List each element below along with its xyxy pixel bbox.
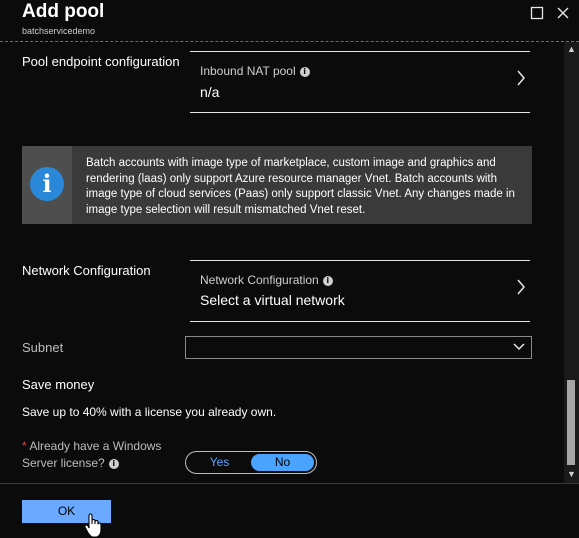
inbound-nat-pool-caption-text: Inbound NAT pool — [200, 64, 296, 78]
license-question-line2-text: Server license? — [22, 456, 105, 470]
chevron-down-icon — [513, 343, 525, 351]
required-mark: * — [22, 439, 27, 453]
save-money-heading: Save money — [22, 377, 95, 392]
header-divider — [0, 41, 579, 42]
chevron-right-icon — [517, 279, 525, 295]
close-icon[interactable] — [556, 6, 570, 20]
pool-endpoint-label: Pool endpoint configuration — [22, 54, 180, 69]
chevron-right-icon — [517, 70, 525, 86]
vnet-info-banner: i Batch accounts with image type of mark… — [22, 146, 532, 224]
network-configuration-label: Network Configuration — [22, 263, 151, 278]
footer-divider — [0, 483, 579, 484]
network-configuration-caption: Network Configuration i — [200, 273, 333, 287]
info-icon[interactable]: i — [108, 458, 119, 469]
blade-title: Add pool — [22, 1, 105, 22]
license-question-line1-text: Already have a Windows — [29, 439, 162, 453]
inbound-nat-pool-value: n/a — [200, 84, 220, 100]
info-icon[interactable]: i — [299, 66, 310, 77]
hand-cursor-icon — [84, 513, 102, 538]
scrollbar-thumb[interactable] — [567, 380, 575, 465]
info-icon[interactable]: i — [322, 275, 333, 286]
windows-license-toggle[interactable]: Yes No — [185, 451, 317, 474]
license-question-line2: Server license? i — [22, 456, 119, 470]
info-banner-icon-area: i — [22, 146, 72, 224]
inbound-nat-pool-caption: Inbound NAT pool i — [200, 64, 310, 78]
subnet-dropdown[interactable] — [185, 336, 532, 359]
blade-subtitle: batchservicedemo — [22, 26, 96, 36]
info-banner-text: Batch accounts with image type of market… — [86, 157, 515, 216]
network-configuration-selector[interactable]: Network Configuration i Select a virtual … — [190, 260, 530, 322]
info-icon: i — [30, 167, 64, 201]
scroll-up-arrow-icon[interactable]: ▲ — [566, 44, 577, 54]
network-configuration-caption-text: Network Configuration — [200, 273, 319, 287]
toggle-option-yes[interactable]: Yes — [188, 452, 251, 473]
maximize-icon[interactable] — [530, 6, 544, 20]
license-question-line1: * Already have a Windows — [22, 439, 161, 453]
toggle-option-no[interactable]: No — [251, 454, 314, 471]
network-configuration-value: Select a virtual network — [200, 292, 345, 308]
inbound-nat-pool-selector[interactable]: Inbound NAT pool i n/a — [190, 51, 530, 113]
save-money-text: Save up to 40% with a license you alread… — [22, 405, 277, 419]
scroll-down-arrow-icon[interactable]: ▼ — [566, 469, 577, 479]
subnet-label: Subnet — [22, 340, 64, 355]
